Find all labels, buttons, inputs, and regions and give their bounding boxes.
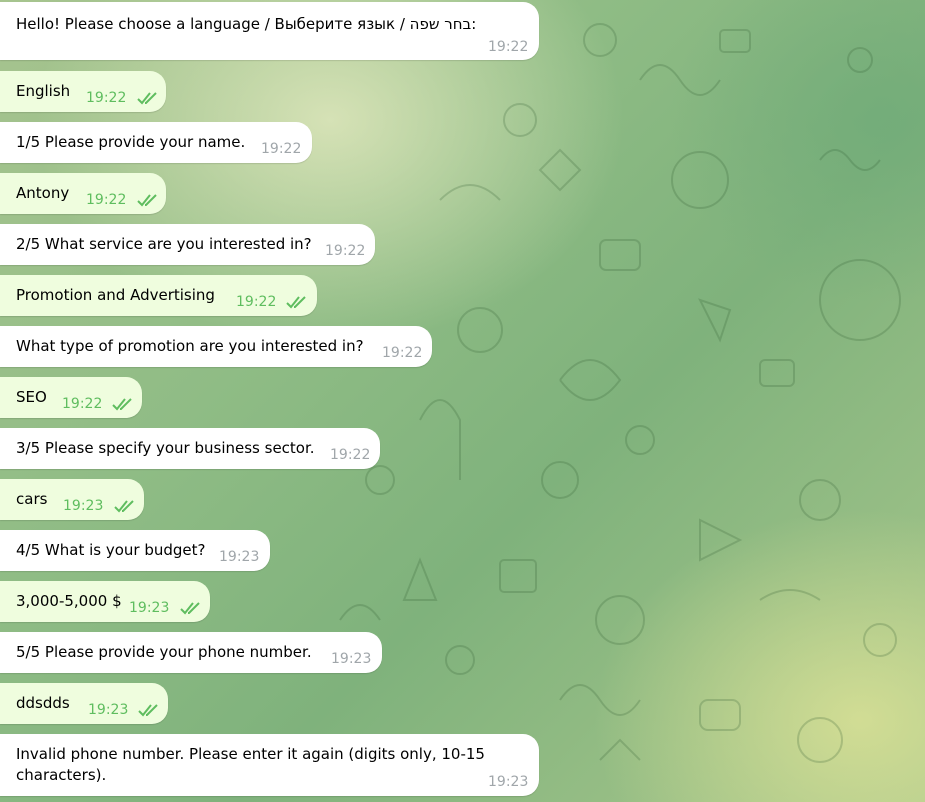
outgoing-message: SEO 19:22: [0, 377, 142, 418]
outgoing-message: ddsdds 19:23: [0, 683, 168, 724]
outgoing-message: Antony 19:22: [0, 173, 166, 214]
message-text: Promotion and Advertising: [16, 286, 215, 304]
read-ticks-icon: [180, 602, 200, 615]
message-text: 2/5 What service are you interested in?: [16, 235, 312, 253]
message-time: 19:22: [325, 243, 366, 259]
incoming-message: What type of promotion are you intereste…: [0, 326, 432, 367]
incoming-message: 1/5 Please provide your name. 19:22: [0, 122, 312, 163]
message-time: 19:23: [88, 702, 129, 718]
message-time: 19:23: [129, 600, 170, 616]
message-text: ddsdds: [16, 694, 70, 712]
message-text: 5/5 Please provide your phone number.: [16, 643, 312, 661]
read-ticks-icon: [137, 92, 157, 105]
message-time: 19:22: [62, 396, 103, 412]
message-time: 19:23: [63, 498, 104, 514]
message-time: 19:22: [236, 294, 277, 310]
read-ticks-icon: [138, 704, 158, 717]
message-text: 1/5 Please provide your name.: [16, 133, 246, 151]
incoming-message: 3/5 Please specify your business sector.…: [0, 428, 380, 469]
read-ticks-icon: [114, 500, 134, 513]
chat-history[interactable]: Hello! Please choose a language / Выбери…: [0, 0, 925, 802]
message-time: 19:22: [261, 141, 302, 157]
message-time: 19:23: [331, 651, 372, 667]
incoming-message: 2/5 What service are you interested in? …: [0, 224, 375, 265]
read-ticks-icon: [112, 398, 132, 411]
message-time: 19:22: [488, 39, 529, 55]
incoming-message: 5/5 Please provide your phone number. 19…: [0, 632, 382, 673]
incoming-message: 4/5 What is your budget? 19:23: [0, 530, 270, 571]
message-time: 19:23: [488, 774, 529, 790]
message-text: English: [16, 82, 71, 100]
message-time: 19:23: [219, 549, 260, 565]
outgoing-message: cars 19:23: [0, 479, 144, 520]
incoming-message: Invalid phone number. Please enter it ag…: [0, 734, 539, 796]
read-ticks-icon: [137, 194, 157, 207]
message-text-line: Invalid phone number. Please enter it ag…: [16, 745, 485, 763]
message-text: 3/5 Please specify your business sector.: [16, 439, 315, 457]
outgoing-message: Promotion and Advertising 19:22: [0, 275, 317, 316]
message-text: 3,000-5,000 $: [16, 592, 122, 610]
message-text: 4/5 What is your budget?: [16, 541, 206, 559]
message-time: 19:22: [86, 90, 127, 106]
message-time: 19:22: [382, 345, 423, 361]
message-text: What type of promotion are you intereste…: [16, 337, 364, 355]
message-text: Antony: [16, 184, 70, 202]
message-time: 19:22: [86, 192, 127, 208]
message-text-line: characters).: [16, 766, 107, 784]
incoming-message: Hello! Please choose a language / Выбери…: [0, 2, 539, 60]
outgoing-message: 3,000-5,000 $ 19:23: [0, 581, 210, 622]
message-text: Hello! Please choose a language / Выбери…: [16, 15, 477, 33]
read-ticks-icon: [286, 296, 306, 309]
message-text: cars: [16, 490, 48, 508]
message-text: SEO: [16, 388, 47, 406]
message-time: 19:22: [330, 447, 371, 463]
outgoing-message: English 19:22: [0, 71, 166, 112]
